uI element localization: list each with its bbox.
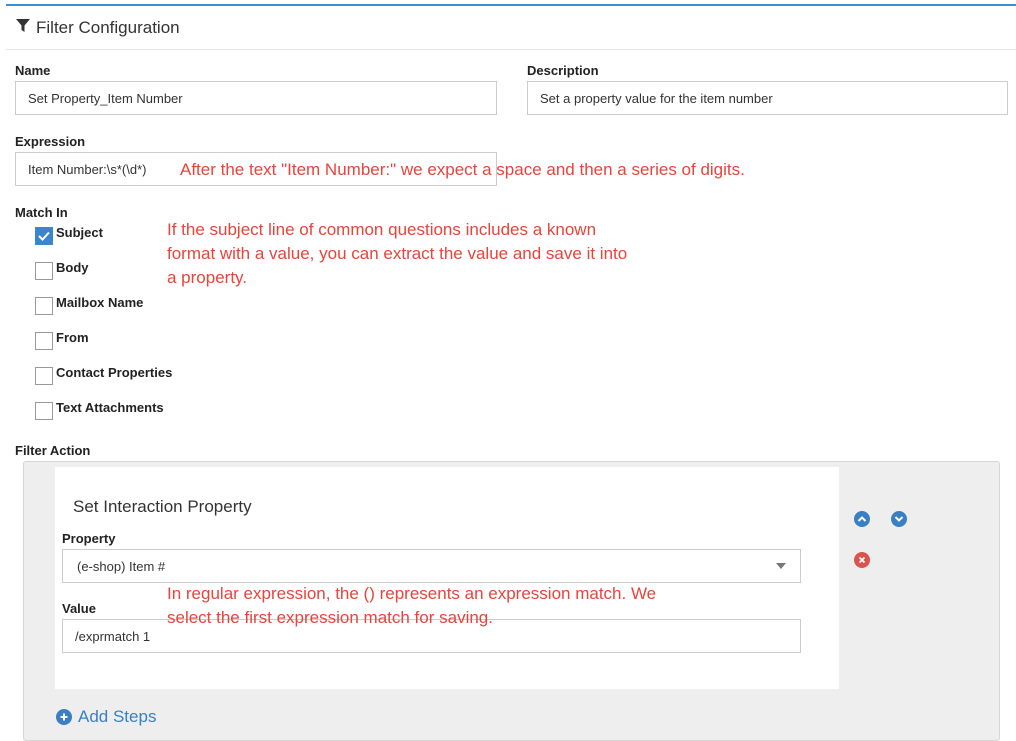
move-down-icon[interactable] bbox=[891, 511, 907, 527]
subject-checkbox-row[interactable]: Subject bbox=[35, 224, 103, 245]
from-label: From bbox=[56, 329, 89, 345]
text-attachments-checkbox[interactable] bbox=[35, 402, 53, 420]
plus-circle-icon bbox=[56, 709, 72, 725]
match-in-label: Match In bbox=[15, 205, 68, 220]
add-steps-label: Add Steps bbox=[78, 707, 157, 726]
remove-step-icon[interactable] bbox=[854, 552, 870, 568]
name-input[interactable]: Set Property_Item Number bbox=[15, 81, 497, 115]
body-checkbox-row[interactable]: Body bbox=[35, 259, 89, 280]
property-select[interactable]: (e-shop) Item # bbox=[62, 549, 801, 583]
add-steps-button[interactable]: Add Steps bbox=[56, 707, 156, 727]
expression-label: Expression bbox=[15, 134, 86, 149]
panel-title: Filter Configuration bbox=[16, 18, 180, 38]
property-label: Property bbox=[62, 531, 116, 546]
text-attachments-label: Text Attachments bbox=[56, 399, 164, 415]
contact-properties-label: Contact Properties bbox=[56, 364, 173, 380]
contact-properties-checkbox-row[interactable]: Contact Properties bbox=[35, 364, 173, 385]
mailbox-name-label: Mailbox Name bbox=[56, 294, 144, 310]
property-select-value: (e-shop) Item # bbox=[77, 558, 166, 574]
body-label: Body bbox=[56, 259, 89, 275]
from-checkbox[interactable] bbox=[35, 332, 53, 350]
description-input[interactable]: Set a property value for the item number bbox=[527, 81, 1008, 115]
check-icon bbox=[38, 231, 50, 241]
contact-properties-checkbox[interactable] bbox=[35, 367, 53, 385]
from-checkbox-row[interactable]: From bbox=[35, 329, 89, 350]
dropdown-caret-icon bbox=[776, 563, 786, 569]
filter-action-label: Filter Action bbox=[15, 443, 91, 458]
filter-icon bbox=[16, 18, 30, 38]
mailbox-name-checkbox-row[interactable]: Mailbox Name bbox=[35, 294, 144, 315]
step-title: Set Interaction Property bbox=[73, 497, 252, 516]
body-checkbox[interactable] bbox=[35, 262, 53, 280]
move-up-icon[interactable] bbox=[854, 511, 870, 527]
mailbox-name-checkbox[interactable] bbox=[35, 297, 53, 315]
match-in-annotation: If the subject line of common questions … bbox=[167, 220, 628, 287]
panel-header: Filter Configuration bbox=[6, 6, 1016, 50]
subject-label: Subject bbox=[56, 224, 103, 240]
value-label: Value bbox=[62, 601, 96, 616]
text-attachments-checkbox-row[interactable]: Text Attachments bbox=[35, 399, 164, 420]
expression-annotation: After the text "Item Number:" we expect … bbox=[180, 160, 745, 179]
subject-checkbox[interactable] bbox=[35, 227, 53, 245]
value-annotation: In regular expression, the () represents… bbox=[167, 584, 657, 627]
name-label: Name bbox=[15, 63, 51, 78]
description-label: Description bbox=[527, 63, 599, 78]
